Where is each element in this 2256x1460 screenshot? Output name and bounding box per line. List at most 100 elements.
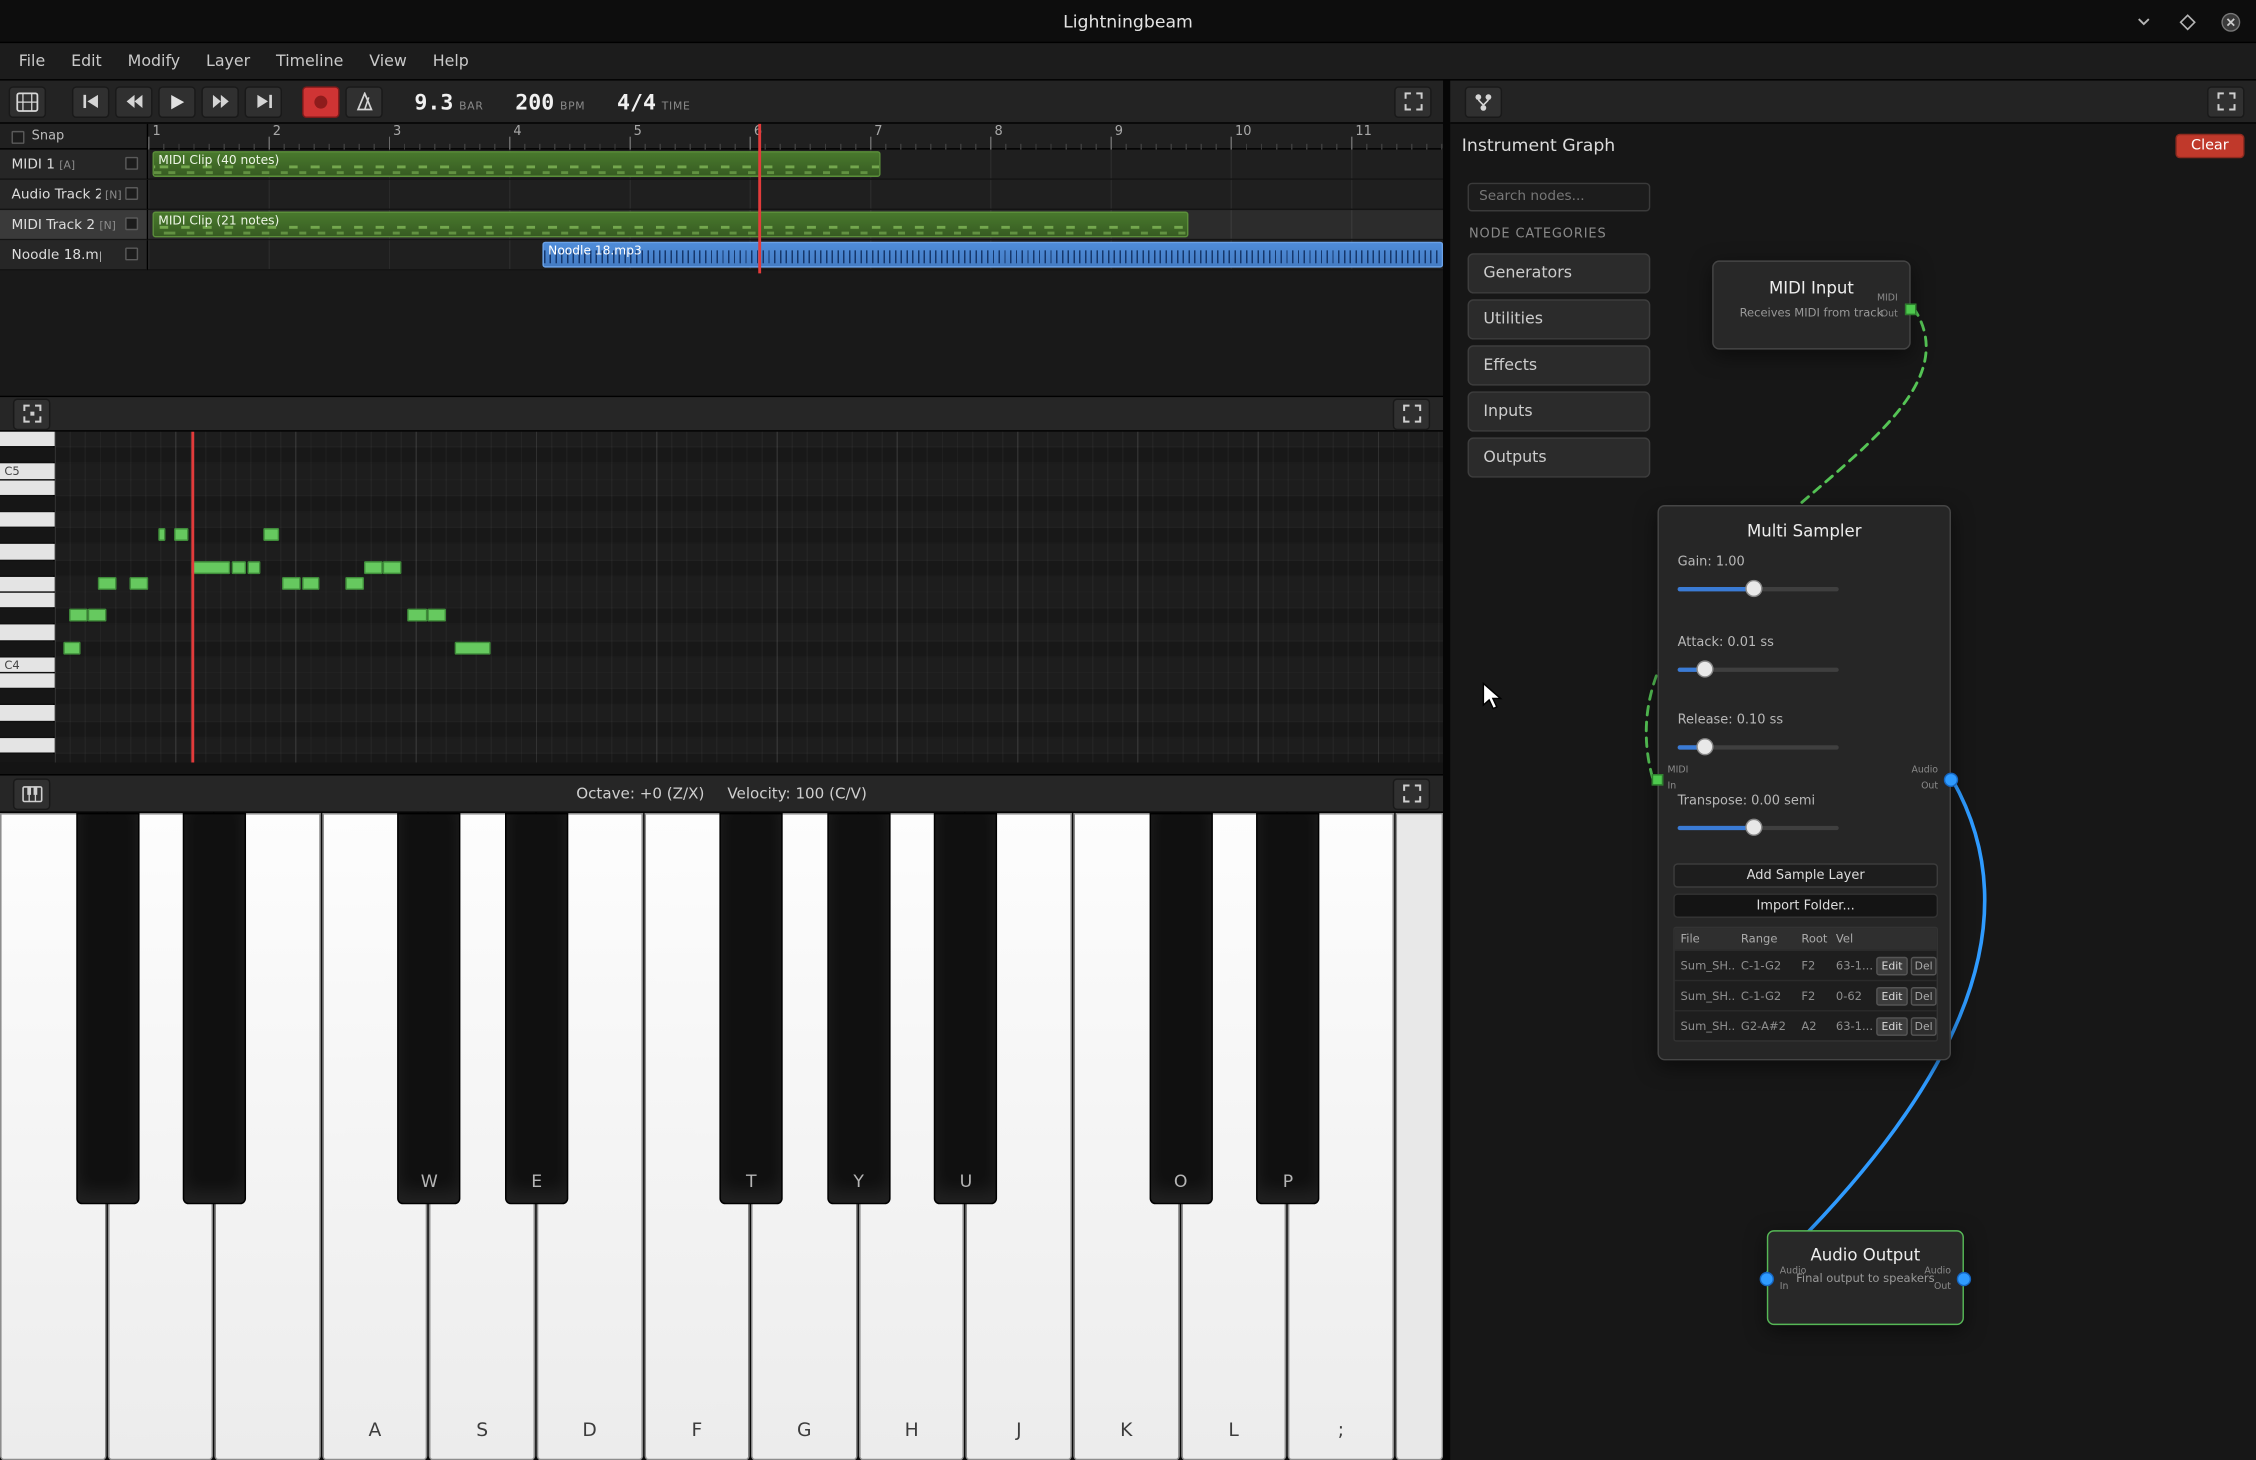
midi-note[interactable] — [174, 528, 188, 541]
piano-roll-white-key[interactable] — [0, 432, 55, 447]
slider-knob[interactable] — [1696, 738, 1713, 755]
track-lane[interactable]: Noodle 18.mp3 — [148, 240, 1443, 270]
category-inputs[interactable]: Inputs — [1468, 391, 1651, 431]
track-lane[interactable]: MIDI Clip (21 notes) — [148, 210, 1443, 240]
midi-note[interactable] — [302, 577, 319, 590]
piano-roll-black-key[interactable] — [0, 496, 55, 511]
menu-item-modify[interactable]: Modify — [115, 46, 193, 76]
timeline-fullscreen-button[interactable] — [1394, 86, 1431, 118]
midi-note[interactable] — [427, 609, 446, 622]
track-header[interactable]: MIDI 1[A] — [0, 150, 148, 180]
category-outputs[interactable]: Outputs — [1468, 437, 1651, 477]
panel-divider[interactable] — [1443, 81, 1450, 1460]
node-midi-input[interactable]: MIDI Input Receives MIDI from track MIDI… — [1712, 260, 1911, 349]
fast-forward-button[interactable] — [201, 86, 238, 118]
midi-in-port[interactable] — [1652, 774, 1664, 786]
midi-note[interactable] — [232, 561, 246, 574]
close-icon[interactable] — [2219, 10, 2242, 33]
piano-roll-white-key[interactable] — [0, 577, 55, 592]
midi-note[interactable] — [345, 577, 364, 590]
track-checkbox[interactable] — [125, 247, 138, 260]
midi-note[interactable] — [455, 642, 491, 655]
audio-out-port[interactable] — [1944, 773, 1958, 787]
black-key[interactable] — [76, 813, 139, 1204]
midi-note[interactable] — [383, 561, 402, 574]
track-checkbox[interactable] — [125, 217, 138, 230]
track-row[interactable]: Noodle 18.mp3Noodle 18.mp3 — [0, 240, 1443, 270]
white-key[interactable] — [1395, 813, 1442, 1460]
delete-button[interactable]: Del — [1911, 956, 1937, 975]
midi-clip[interactable]: MIDI Clip (21 notes) — [153, 212, 1189, 238]
rewind-button[interactable] — [115, 86, 152, 118]
slider-knob[interactable] — [1696, 660, 1713, 677]
midi-clip[interactable]: MIDI Clip (40 notes) — [153, 151, 881, 177]
piano-roll-black-key[interactable] — [0, 609, 55, 624]
slider-knob[interactable] — [1745, 580, 1762, 597]
piano-roll-black-key[interactable] — [0, 448, 55, 463]
audio-clip[interactable]: Noodle 18.mp3 — [542, 242, 1443, 268]
black-key[interactable]: E — [505, 813, 568, 1204]
record-button[interactable] — [302, 86, 339, 118]
midi-note[interactable] — [282, 577, 301, 590]
app-logo-button[interactable] — [9, 86, 46, 118]
node-audio-output[interactable]: Audio Output Final output to speakers Au… — [1767, 1230, 1964, 1325]
keyboard-toggle-button[interactable] — [13, 778, 50, 810]
piano-roll-fullscreen-button[interactable] — [1393, 398, 1430, 430]
piano-roll-white-key[interactable]: C5 — [0, 464, 55, 479]
piano-roll-white-key[interactable] — [0, 480, 55, 495]
delete-button[interactable]: Del — [1911, 1016, 1937, 1035]
snap-toggle[interactable]: Snap — [0, 124, 148, 150]
menu-item-view[interactable]: View — [356, 46, 419, 76]
piano-roll-white-key[interactable] — [0, 593, 55, 608]
audio-in-port[interactable] — [1760, 1272, 1774, 1286]
black-key[interactable]: W — [398, 813, 461, 1204]
play-button[interactable] — [158, 86, 195, 118]
piano-roll-black-key[interactable] — [0, 528, 55, 543]
category-effects[interactable]: Effects — [1468, 345, 1651, 385]
menu-item-help[interactable]: Help — [420, 46, 482, 76]
gain-slider[interactable] — [1678, 587, 1839, 591]
piano-roll-black-key[interactable] — [0, 689, 55, 704]
piano-roll-black-key[interactable] — [0, 754, 55, 763]
black-key[interactable] — [183, 813, 246, 1204]
metronome-button[interactable] — [345, 86, 382, 118]
edit-button[interactable]: Edit — [1876, 956, 1908, 975]
midi-note[interactable] — [158, 528, 165, 541]
track-checkbox[interactable] — [125, 187, 138, 200]
midi-note[interactable] — [407, 609, 427, 622]
piano-roll-white-key[interactable] — [0, 625, 55, 640]
category-utilities[interactable]: Utilities — [1468, 299, 1651, 339]
slider-knob[interactable] — [1745, 819, 1762, 836]
snap-checkbox[interactable] — [12, 130, 25, 143]
piano-roll-grid[interactable] — [55, 432, 1443, 763]
track-row[interactable]: MIDI Track 2[N]MIDI Clip (21 notes) — [0, 210, 1443, 240]
midi-note[interactable] — [191, 561, 230, 574]
midi-note[interactable] — [69, 609, 88, 622]
category-generators[interactable]: Generators — [1468, 253, 1651, 293]
menu-item-layer[interactable]: Layer — [193, 46, 263, 76]
attack-slider[interactable] — [1678, 668, 1839, 672]
track-lane[interactable] — [148, 180, 1443, 210]
piano-roll-white-key[interactable] — [0, 738, 55, 753]
piano-roll-white-key[interactable] — [0, 512, 55, 527]
track-header[interactable]: Audio Track 2[N] — [0, 180, 148, 210]
black-key[interactable]: T — [720, 813, 783, 1204]
midi-note[interactable] — [263, 528, 279, 541]
timeline-playhead[interactable] — [758, 124, 761, 274]
search-input[interactable] — [1468, 182, 1651, 211]
menu-item-edit[interactable]: Edit — [58, 46, 115, 76]
midi-note[interactable] — [88, 609, 107, 622]
keyboard-fullscreen-button[interactable] — [1393, 778, 1430, 810]
timeline-ruler[interactable]: 1234567891011 — [148, 124, 1443, 150]
clear-button[interactable]: Clear — [2175, 133, 2244, 157]
maximize-icon[interactable] — [2175, 10, 2198, 33]
node-multi-sampler[interactable]: Multi Sampler Gain: 1.00 Attack: 0.01 ss… — [1657, 505, 1951, 1060]
skip-forward-button[interactable] — [245, 86, 282, 118]
track-row[interactable]: Audio Track 2[N] — [0, 180, 1443, 210]
piano-roll-white-key[interactable]: C4 — [0, 657, 55, 672]
menu-item-timeline[interactable]: Timeline — [263, 46, 356, 76]
midi-note[interactable] — [247, 561, 260, 574]
menu-item-file[interactable]: File — [6, 46, 58, 76]
release-slider[interactable] — [1678, 745, 1839, 749]
piano-roll[interactable]: C5 C4 — [0, 432, 1443, 763]
